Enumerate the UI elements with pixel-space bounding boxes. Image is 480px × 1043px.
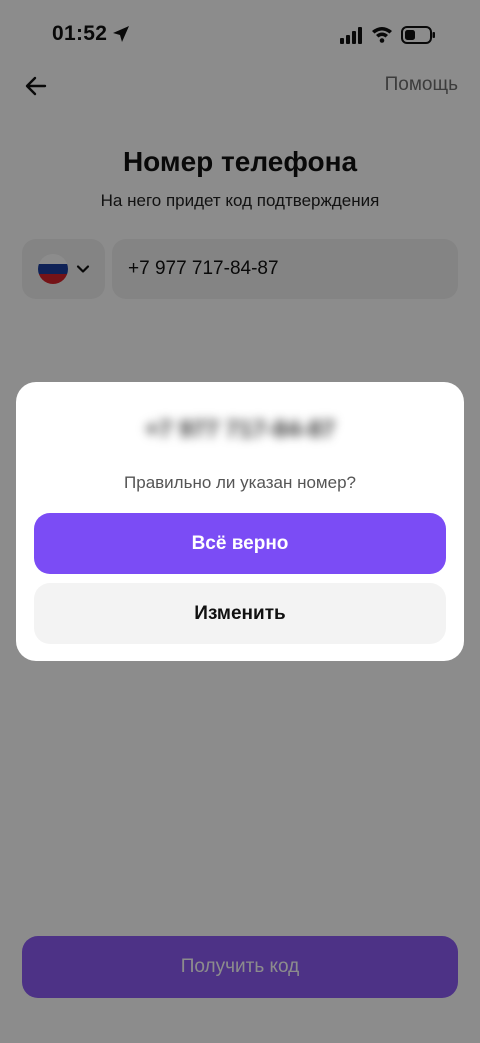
phone-entry-screen: 01:52 Помощь Номер телефона На него прид…: [0, 0, 480, 1043]
confirm-button[interactable]: Всё верно: [34, 513, 446, 574]
dialog-question: Правильно ли указан номер?: [124, 473, 356, 492]
confirm-number-dialog: +7 977 717-84-87 Правильно ли указан ном…: [16, 382, 464, 661]
dialog-phone-number: +7 977 717-84-87: [144, 416, 336, 443]
change-button[interactable]: Изменить: [34, 583, 446, 644]
